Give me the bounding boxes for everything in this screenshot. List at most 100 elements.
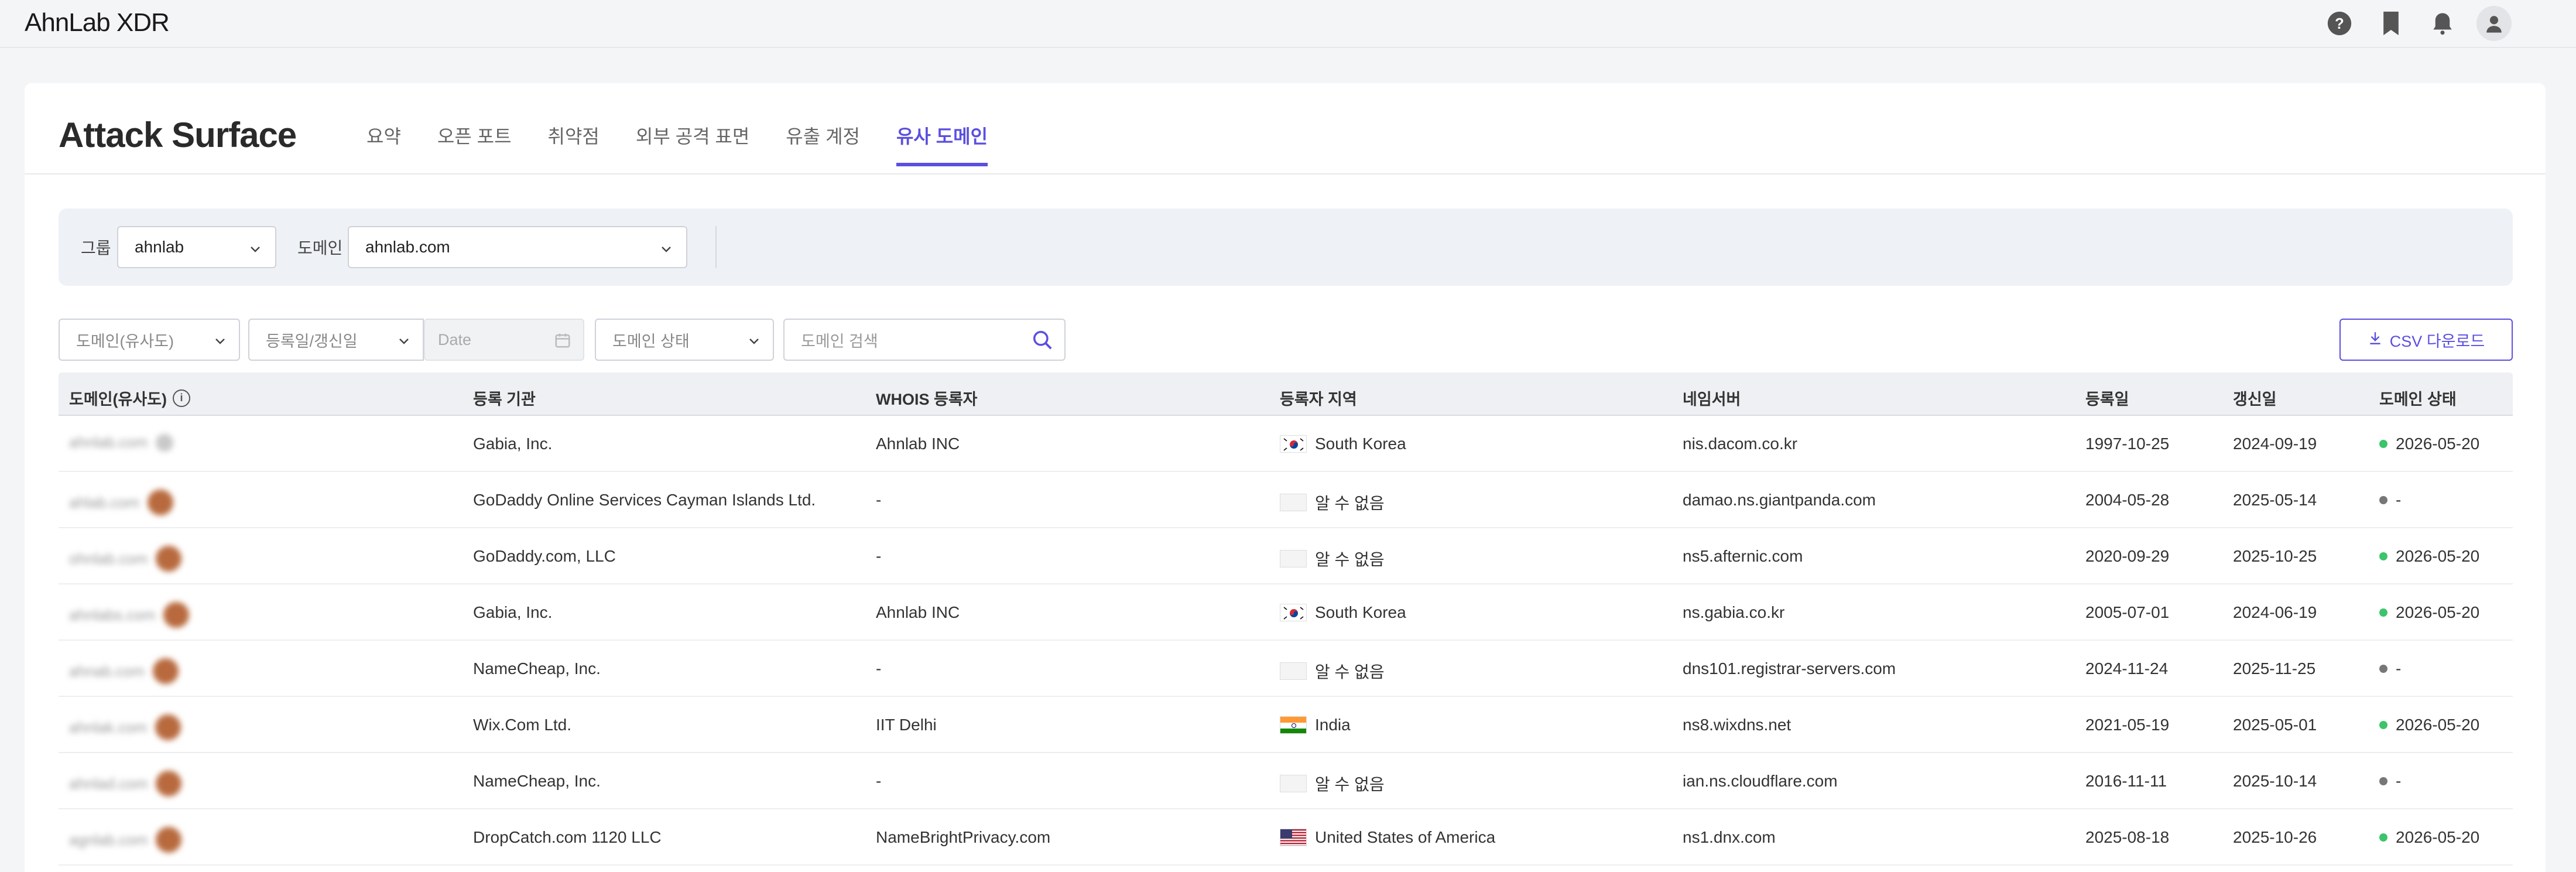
registrar-cell: Wix.Com Ltd. (473, 716, 572, 734)
table-header: 도메인(유사도) i 등록 기관 WHOIS 등록자 등록자 지역 네임서버 등… (59, 372, 2513, 416)
domain-search-input[interactable]: 도메인 검색 (783, 319, 1066, 361)
status-label: 2026-05-20 (2396, 716, 2480, 734)
chevron-down-icon (248, 241, 262, 260)
registrar-cell: GoDaddy Online Services Cayman Islands L… (473, 491, 816, 509)
th-registrar: 등록 기관 (473, 391, 536, 408)
flag-placeholder-icon (1280, 550, 1307, 567)
status-label: 2026-05-20 (2396, 603, 2480, 621)
flag-us-icon (1280, 829, 1307, 846)
app-logo[interactable]: AhnLab XDR (25, 8, 170, 37)
renewed-cell: 2025-10-25 (2233, 547, 2317, 565)
nameserver-cell: nis.dacom.co.kr (1683, 435, 1798, 453)
bookmark-icon[interactable] (2373, 6, 2409, 41)
group-select[interactable]: ahnlab (117, 226, 276, 268)
registrar-cell: GoDaddy.com, LLC (473, 547, 616, 565)
svg-text:?: ? (2335, 16, 2344, 32)
nameserver-cell: damao.ns.giantpanda.com (1683, 491, 1876, 509)
info-icon[interactable]: i (173, 389, 191, 407)
domain-cell[interactable]: ahnlad.com (69, 771, 182, 796)
domain-name[interactable]: ahnlabs.com (69, 606, 155, 624)
domain-name[interactable]: ohnlab.com (69, 550, 148, 568)
whois-cell: Ahnlab INC (876, 603, 960, 621)
table-row[interactable]: ahnlabs.com Gabia, Inc. Ahnlab INC South… (59, 584, 2513, 641)
table-body: ahnlab.com Gabia, Inc. Ahnlab INC South … (59, 416, 2513, 866)
domain-name[interactable]: agnlab.com (69, 831, 148, 849)
status-dot (2379, 777, 2387, 785)
table-row[interactable]: ohnlab.com GoDaddy.com, LLC - 알 수 없음 ns5… (59, 528, 2513, 584)
similarity-badge (152, 658, 179, 684)
search-icon[interactable] (1032, 329, 1054, 355)
status-cell: - (2379, 772, 2401, 791)
th-status: 도메인 상태 (2379, 391, 2457, 408)
filter-panel: 그룹 ahnlab 도메인 ahnlab.com (59, 208, 2513, 286)
domain-search-placeholder: 도메인 검색 (801, 332, 878, 350)
domain-cell[interactable]: ahnlab.com (69, 433, 174, 452)
table-row[interactable]: ahlab.com GoDaddy Online Services Cayman… (59, 472, 2513, 528)
help-icon[interactable]: ? (2322, 6, 2357, 41)
domain-name[interactable]: ahnlak.com (69, 719, 147, 737)
similarity-badge (156, 433, 174, 452)
status-dot (2379, 496, 2387, 504)
status-dot (2379, 665, 2387, 673)
date-type-select[interactable]: 등록일/갱신일 (248, 319, 424, 361)
th-renewed: 갱신일 (2233, 391, 2277, 408)
domain-cell[interactable]: ahnab.com (69, 658, 179, 684)
csv-download-button[interactable]: CSV 다운로드 (2339, 319, 2513, 361)
domain-name[interactable]: ahnab.com (69, 662, 145, 680)
table-row[interactable]: ahnlak.com Wix.Com Ltd. IIT Delhi India … (59, 697, 2513, 753)
whois-cell: Ahnlab INC (876, 435, 960, 453)
tab-external-attack-surface[interactable]: 외부 공격 표면 (636, 122, 749, 166)
tab-summary[interactable]: 요약 (366, 122, 401, 166)
similarity-badge (163, 602, 190, 628)
table-row[interactable]: agnlab.com DropCatch.com 1120 LLC NameBr… (59, 809, 2513, 866)
region-label: India (1315, 716, 1351, 734)
registered-cell: 2021-05-19 (2085, 716, 2170, 734)
region-cell: India (1280, 716, 1351, 734)
th-domain[interactable]: 도메인(유사도) i (69, 387, 191, 409)
tab-similar-domains[interactable]: 유사 도메인 (896, 122, 988, 166)
status-cell: - (2379, 491, 2401, 509)
page-title: Attack Surface (59, 115, 297, 155)
date-input[interactable]: Date (424, 319, 584, 361)
th-nameserver: 네임서버 (1683, 391, 1741, 408)
th-region: 등록자 지역 (1280, 391, 1357, 408)
table-row[interactable]: ahnab.com NameCheap, Inc. - 알 수 없음 dns10… (59, 641, 2513, 697)
table-row[interactable]: ahnlad.com NameCheap, Inc. - 알 수 없음 ian.… (59, 753, 2513, 809)
domain-cell[interactable]: ohnlab.com (69, 546, 182, 572)
similarity-badge (156, 546, 182, 572)
group-select-value: ahnlab (135, 238, 184, 256)
status-label: 2026-05-20 (2396, 828, 2480, 846)
tab-vulnerabilities[interactable]: 취약점 (548, 122, 600, 166)
domain-name[interactable]: ahnlab.com (69, 433, 148, 452)
download-icon (2368, 330, 2383, 350)
registrar-cell: NameCheap, Inc. (473, 772, 601, 790)
domain-name[interactable]: ahlab.com (69, 494, 139, 512)
similar-domain-table: 도메인(유사도) i 등록 기관 WHOIS 등록자 등록자 지역 네임서버 등… (59, 372, 2513, 866)
domain-cell[interactable]: ahlab.com (69, 490, 173, 515)
domain-select-value: ahnlab.com (365, 238, 450, 256)
nameserver-cell: ns1.dnx.com (1683, 828, 1776, 846)
domain-cell[interactable]: ahnlak.com (69, 714, 181, 740)
table-row[interactable]: ahnlab.com Gabia, Inc. Ahnlab INC South … (59, 416, 2513, 472)
calendar-icon[interactable] (554, 331, 571, 353)
registered-cell: 2020-09-29 (2085, 547, 2170, 565)
bell-icon[interactable] (2425, 6, 2460, 41)
top-icons: ? (2322, 6, 2512, 41)
whois-cell: - (876, 547, 882, 565)
user-icon[interactable] (2476, 6, 2512, 41)
csv-download-label: CSV 다운로드 (2389, 332, 2485, 350)
domain-name[interactable]: ahnlad.com (69, 775, 148, 793)
similar-domain-select[interactable]: 도메인(유사도) (59, 319, 240, 361)
renewed-cell: 2025-10-14 (2233, 772, 2317, 790)
domain-status-select[interactable]: 도메인 상태 (595, 319, 774, 361)
nameserver-cell: ian.ns.cloudflare.com (1683, 772, 1838, 790)
flag-placeholder-icon (1280, 494, 1307, 511)
domain-cell[interactable]: ahnlabs.com (69, 602, 190, 628)
tab-leaked-accounts[interactable]: 유출 계정 (786, 122, 860, 166)
domain-cell[interactable]: agnlab.com (69, 827, 182, 853)
region-cell: South Korea (1280, 435, 1406, 453)
nameserver-cell: ns5.afternic.com (1683, 547, 1803, 565)
domain-select[interactable]: ahnlab.com (348, 226, 687, 268)
tab-open-ports[interactable]: 오픈 포트 (437, 122, 512, 166)
date-type-select-label: 등록일/갱신일 (266, 332, 358, 350)
